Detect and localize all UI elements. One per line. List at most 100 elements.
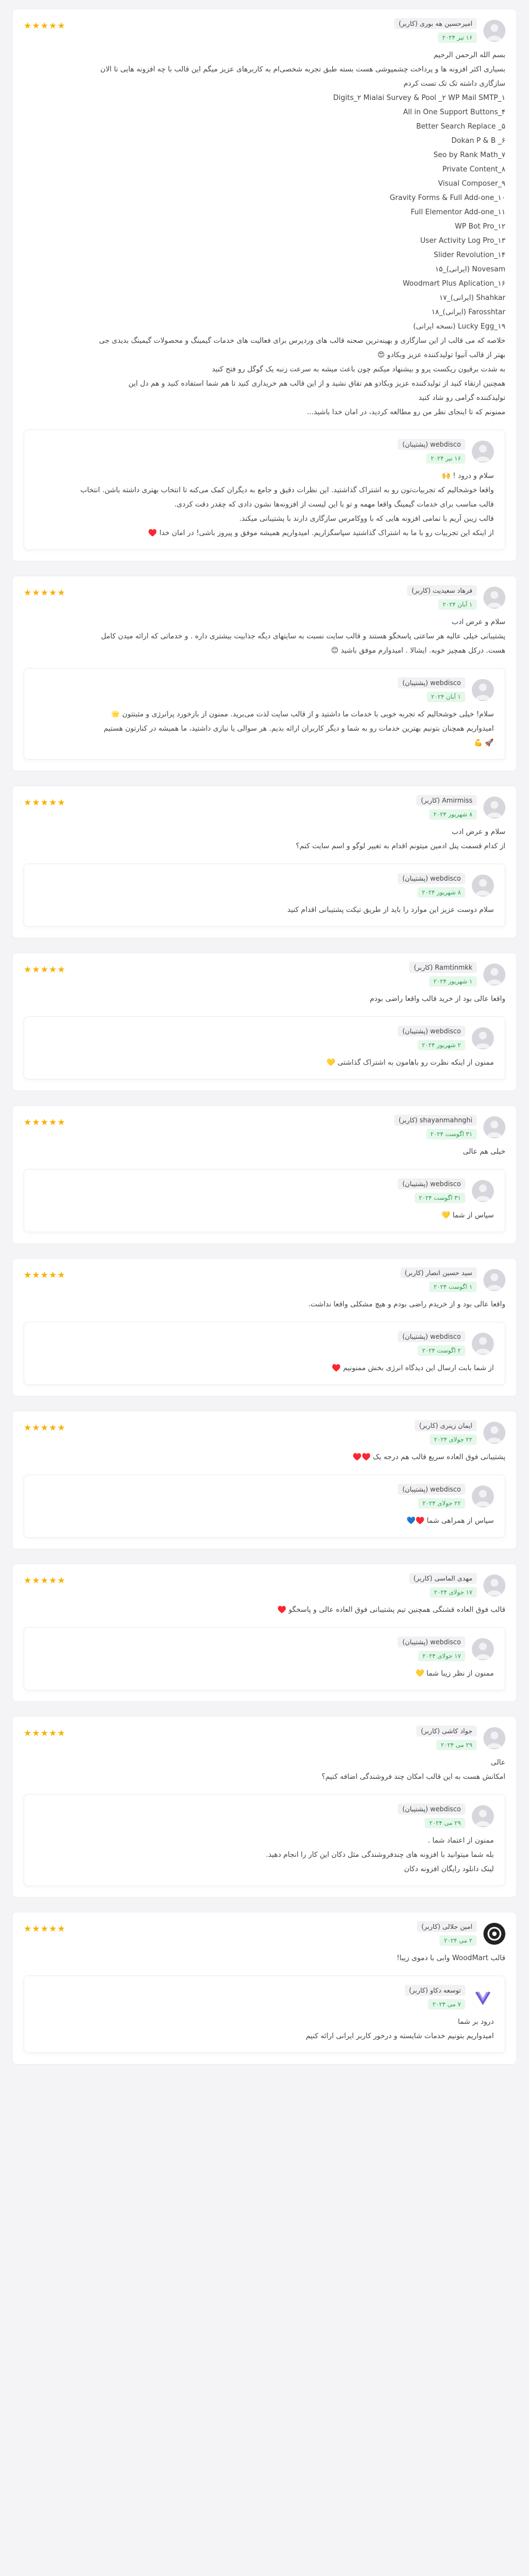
review-line: قالب زیبن آریم با تمامی افزونه هایی که ب… <box>239 515 494 523</box>
reviewer-name: webdisco (پشتیبان) <box>398 1804 465 1815</box>
review-text: درود بر شما امیدواریم بتونیم خدمات شایسته… <box>35 2015 494 2044</box>
review-line: سپاس از همراهی شما ♥️💙 <box>407 1517 494 1525</box>
review-line: واقعا عالی بود و از خریدم راضی بودم و هی… <box>308 1300 505 1309</box>
star-rating: ★★★★★ <box>24 1422 66 1433</box>
review-line: سپاس از شما 💛 <box>441 1211 494 1220</box>
avatar <box>483 796 505 819</box>
review-text: بسم الله الرحمن الرحیم بسیاری اکثر افزونه… <box>24 48 505 420</box>
avatar <box>472 1485 494 1507</box>
review-line: تولیدکننده گرامی رو شاد کنید <box>418 394 505 402</box>
review-meta: ایمان زینری (کاربر) ۲۲ جولای ۲۰۲۴ <box>415 1420 477 1445</box>
review-text: سپاس از شما 💛 <box>35 1209 494 1223</box>
avatar <box>483 1268 505 1291</box>
review-text: قالب فوق العاده قشنگی همچنین تیم پشتیبان… <box>24 1603 505 1617</box>
review-text: عالی امکانش هست به این قالب امکان چند فرو… <box>24 1756 505 1784</box>
review-header: جواد کاشی (کاربر) ۲۹ می ۲۰۲۴ <box>24 1726 505 1750</box>
review-date: ۸ شهریور ۲۰۲۴ <box>417 887 465 898</box>
review-line: درود بر شما <box>458 2018 494 2026</box>
review-date: ۳۱ اگوست ۲۰۲۴ <box>414 1193 465 1203</box>
review-meta: Ramtinmkk (کاربر) ۱ شهریور ۲۰۲۴ <box>409 962 477 987</box>
star-rating: ★★★★★ <box>24 587 66 598</box>
reviewer-name: سید حسین انصار (کاربر) <box>400 1267 477 1278</box>
review-line: سلام و درود ! 🙌 <box>441 472 494 480</box>
review-line: User Activity Log Pro_۱۳ <box>420 237 505 245</box>
reviewer-name: امیرحسین هه بوری (کاربر) <box>394 18 477 29</box>
avatar <box>483 1727 505 1749</box>
review-line: پشتیبانی فوق العاده سریع قالب هم درجه یک… <box>353 1453 505 1461</box>
review-text: سلام و درود ! 🙌 واقعا خوشحالیم که تجربیات… <box>35 469 494 541</box>
review-line: ممنونم که تا اینجای نظر من رو مطالعه کرد… <box>307 408 505 416</box>
review-date: ۱۷ جولای ۲۰۲۴ <box>418 1651 465 1661</box>
review-reply: توسعه دکاو (کاربر) ۷ می ۲۰۲۴ درود بر شما ام… <box>24 1976 505 2053</box>
reviewer-name: توسعه دکاو (کاربر) <box>404 1985 465 1996</box>
review-card: جواد کاشی (کاربر) ۲۹ می ۲۰۲۴ ★★★★★ عالی امکا… <box>12 1716 517 1898</box>
review-header: webdisco (پشتیبان) ۱ آبان ۲۰۲۴ <box>35 677 494 702</box>
review-meta: توسعه دکاو (کاربر) ۷ می ۲۰۲۴ <box>404 1985 465 2010</box>
review-meta: shayanmahnghi (کاربر) ۳۱ اگوست ۲۰۲۴ <box>394 1115 477 1139</box>
review-line: Full Elementor Add-one_۱۱ <box>410 208 505 216</box>
review-reply: webdisco (پشتیبان) ۱ آبان ۲۰۲۴ سلام! خیلی … <box>24 668 505 760</box>
review-text: واقعا عالی بود از خرید قالب واقعا راضی ب… <box>24 992 505 1006</box>
reviewer-name: webdisco (پشتیبان) <box>398 439 465 450</box>
review-meta: مهدی الماسی (کاربر) ۱۷ جولای ۲۰۲۴ <box>409 1573 477 1598</box>
review-date: ۲۹ می ۲۰۲۴ <box>425 1818 465 1828</box>
review-date: ۱ آبان ۲۰۲۴ <box>438 599 477 610</box>
review-header: webdisco (پشتیبان) ۲ شهریور ۲۰۲۴ <box>35 1026 494 1050</box>
review-line: بله شما میتوانید با افزونه های چندفروشند… <box>266 1851 494 1859</box>
avatar <box>472 1332 494 1355</box>
review-line: امیدواریم همچنان بتونیم بهترین خدمات رو … <box>103 725 494 733</box>
review-text: سلام و عرض ادب از کدام قسمت پنل ادمین میت… <box>24 825 505 854</box>
review-line: ممنون از نظر زیبا شما 💛 <box>415 1670 494 1678</box>
review-line: قالب مناسب برای خدمات گیمینگ واقعا مهمه … <box>174 500 494 509</box>
review-header: امین جلالی (کاربر) ۲ می ۲۰۲۴ <box>24 1921 505 1946</box>
review-reply: webdisco (پشتیبان) ۲ شهریور ۲۰۲۴ ممنون از … <box>24 1016 505 1080</box>
review-text: سپاس از همراهی شما ♥️💙 <box>35 1514 494 1528</box>
review-text: خیلی هم عالی <box>24 1145 505 1159</box>
avatar <box>472 440 494 463</box>
review-line: Woodmart Plus Aplication_۱۶ <box>403 280 505 288</box>
review-meta: webdisco (پشتیبان) ۱ آبان ۲۰۲۴ <box>398 677 465 702</box>
review-header: webdisco (پشتیبان) ۸ شهریور ۲۰۲۴ <box>35 873 494 898</box>
avatar <box>472 874 494 897</box>
review-card: سید حسین انصار (کاربر) ۱ اگوست ۲۰۲۴ ★★★★★ و… <box>12 1258 517 1397</box>
review-text: سلام! خیلی خوشحالیم که تجربه خوبی با خدم… <box>35 708 494 750</box>
review-line: 🚀 💪 <box>474 739 494 747</box>
review-date: ۲۲ جولای ۲۰۲۴ <box>418 1498 465 1509</box>
review-header: فرهاد سعیدیت (کاربر) ۱ آبان ۲۰۲۴ <box>24 585 505 610</box>
review-reply: webdisco (پشتیبان) ۱۶ تیر ۲۰۲۴ سلام و درود… <box>24 430 505 550</box>
reviewer-name: webdisco (پشتیبان) <box>398 1484 465 1495</box>
review-line: ممنون از اعتماد شما . <box>427 1837 494 1845</box>
review-header: ایمان زینری (کاربر) ۲۲ جولای ۲۰۲۴ <box>24 1420 505 1445</box>
review-text: قالب WoodMart وابی با دموی زیبا! <box>24 1951 505 1966</box>
review-text: ممنون از اعتماد شما . بله شما میتوانید با… <box>35 1834 494 1877</box>
review-date: ۱ اگوست ۲۰۲۴ <box>429 1282 477 1292</box>
review-reply: webdisco (پشتیبان) ۱۷ جولای ۲۰۲۴ ممنون از … <box>24 1627 505 1690</box>
review-card: مهدی الماسی (کاربر) ۱۷ جولای ۲۰۲۴ ★★★★★ قال… <box>12 1564 517 1702</box>
avatar <box>483 1116 505 1138</box>
review-date: ۲ می ۲۰۲۴ <box>439 1935 477 1946</box>
star-rating: ★★★★★ <box>24 1117 66 1127</box>
review-card: ایمان زینری (کاربر) ۲۲ جولای ۲۰۲۴ ★★★★★ پشت… <box>12 1411 517 1549</box>
review-line: Shahkar (ایرانی)_۱۷ <box>439 294 505 302</box>
avatar <box>483 1421 505 1444</box>
review-card: امیرحسین هه بوری (کاربر) ۱۶ تیر ۲۰۲۴ ★★★★★… <box>12 9 517 561</box>
review-line: Visual Composer_۹ <box>438 180 505 188</box>
review-line: از شما بابت ارسال این دیدگاه انرژی بخش م… <box>332 1364 494 1372</box>
review-header: webdisco (پشتیبان) ۱۶ تیر ۲۰۲۴ <box>35 439 494 464</box>
review-meta: امیرحسین هه بوری (کاربر) ۱۶ تیر ۲۰۲۴ <box>394 18 477 43</box>
review-header: webdisco (پشتیبان) ۳۱ اگوست ۲۰۲۴ <box>35 1178 494 1203</box>
review-header: webdisco (پشتیبان) ۲۹ می ۲۰۲۴ <box>35 1804 494 1828</box>
review-header: Amirmiss (کاربر) ۸ شهریور ۲۰۲۴ <box>24 795 505 820</box>
reviewer-name: جواد کاشی (کاربر) <box>416 1726 477 1737</box>
star-rating: ★★★★★ <box>24 1575 66 1585</box>
review-line: هست. درکل همچیز خوبه. ایشالا . امیدوارم … <box>331 647 505 655</box>
review-header: توسعه دکاو (کاربر) ۷ می ۲۰۲۴ <box>35 1985 494 2010</box>
review-line: همچنین ارتقاء کنید از تولیدکننده عزیز وب… <box>128 380 505 388</box>
review-line: بسیاری اکثر افزونه ها و پرداخت چشمپوشی ه… <box>100 65 505 74</box>
review-meta: webdisco (پشتیبان) ۲۲ جولای ۲۰۲۴ <box>398 1484 465 1509</box>
reviewer-name: webdisco (پشتیبان) <box>398 1637 465 1648</box>
review-header: webdisco (پشتیبان) ۱۷ جولای ۲۰۲۴ <box>35 1637 494 1661</box>
review-text: از شما بابت ارسال این دیدگاه انرژی بخش م… <box>35 1361 494 1376</box>
avatar <box>483 963 505 986</box>
star-rating: ★★★★★ <box>24 964 66 975</box>
